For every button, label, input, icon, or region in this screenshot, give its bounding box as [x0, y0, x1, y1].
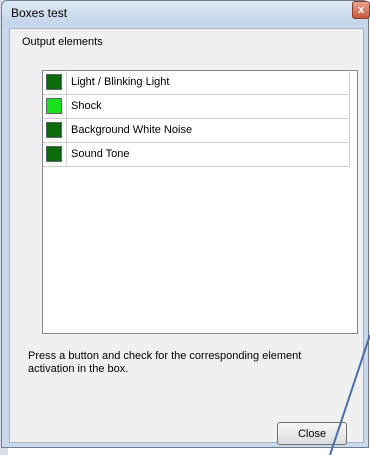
boxes-test-dialog: Boxes test x Output elements Light / Bli…	[1, 0, 370, 448]
led-cell	[43, 119, 67, 143]
output-row: Light / Blinking Light	[43, 71, 357, 95]
output-row: Sound Tone	[43, 143, 357, 167]
status-led-icon	[46, 122, 62, 138]
close-window-button[interactable]: x	[352, 1, 370, 19]
output-name: Background White Noise	[67, 119, 350, 143]
output-row: Background White Noise	[43, 119, 357, 143]
led-cell	[43, 95, 67, 119]
close-button[interactable]: Close	[277, 422, 347, 445]
status-led-icon	[46, 98, 62, 114]
close-icon: x	[357, 4, 365, 16]
output-elements-list: Light / Blinking Light Shock Background …	[42, 70, 358, 334]
output-elements-label: Output elements	[22, 36, 103, 48]
status-led-icon	[46, 74, 62, 90]
output-name: Sound Tone	[67, 143, 350, 167]
dialog-body: Output elements Light / Blinking Light S…	[9, 28, 364, 445]
window-title: Boxes test	[11, 6, 68, 20]
led-cell	[43, 71, 67, 95]
status-led-icon	[46, 146, 62, 162]
instruction-text: Press a button and check for the corresp…	[28, 350, 302, 375]
led-cell	[43, 143, 67, 167]
output-name: Light / Blinking Light	[67, 71, 350, 95]
output-name: Shock	[67, 95, 350, 119]
title-bar[interactable]: Boxes test x	[2, 1, 370, 25]
output-row: Shock	[43, 95, 357, 119]
